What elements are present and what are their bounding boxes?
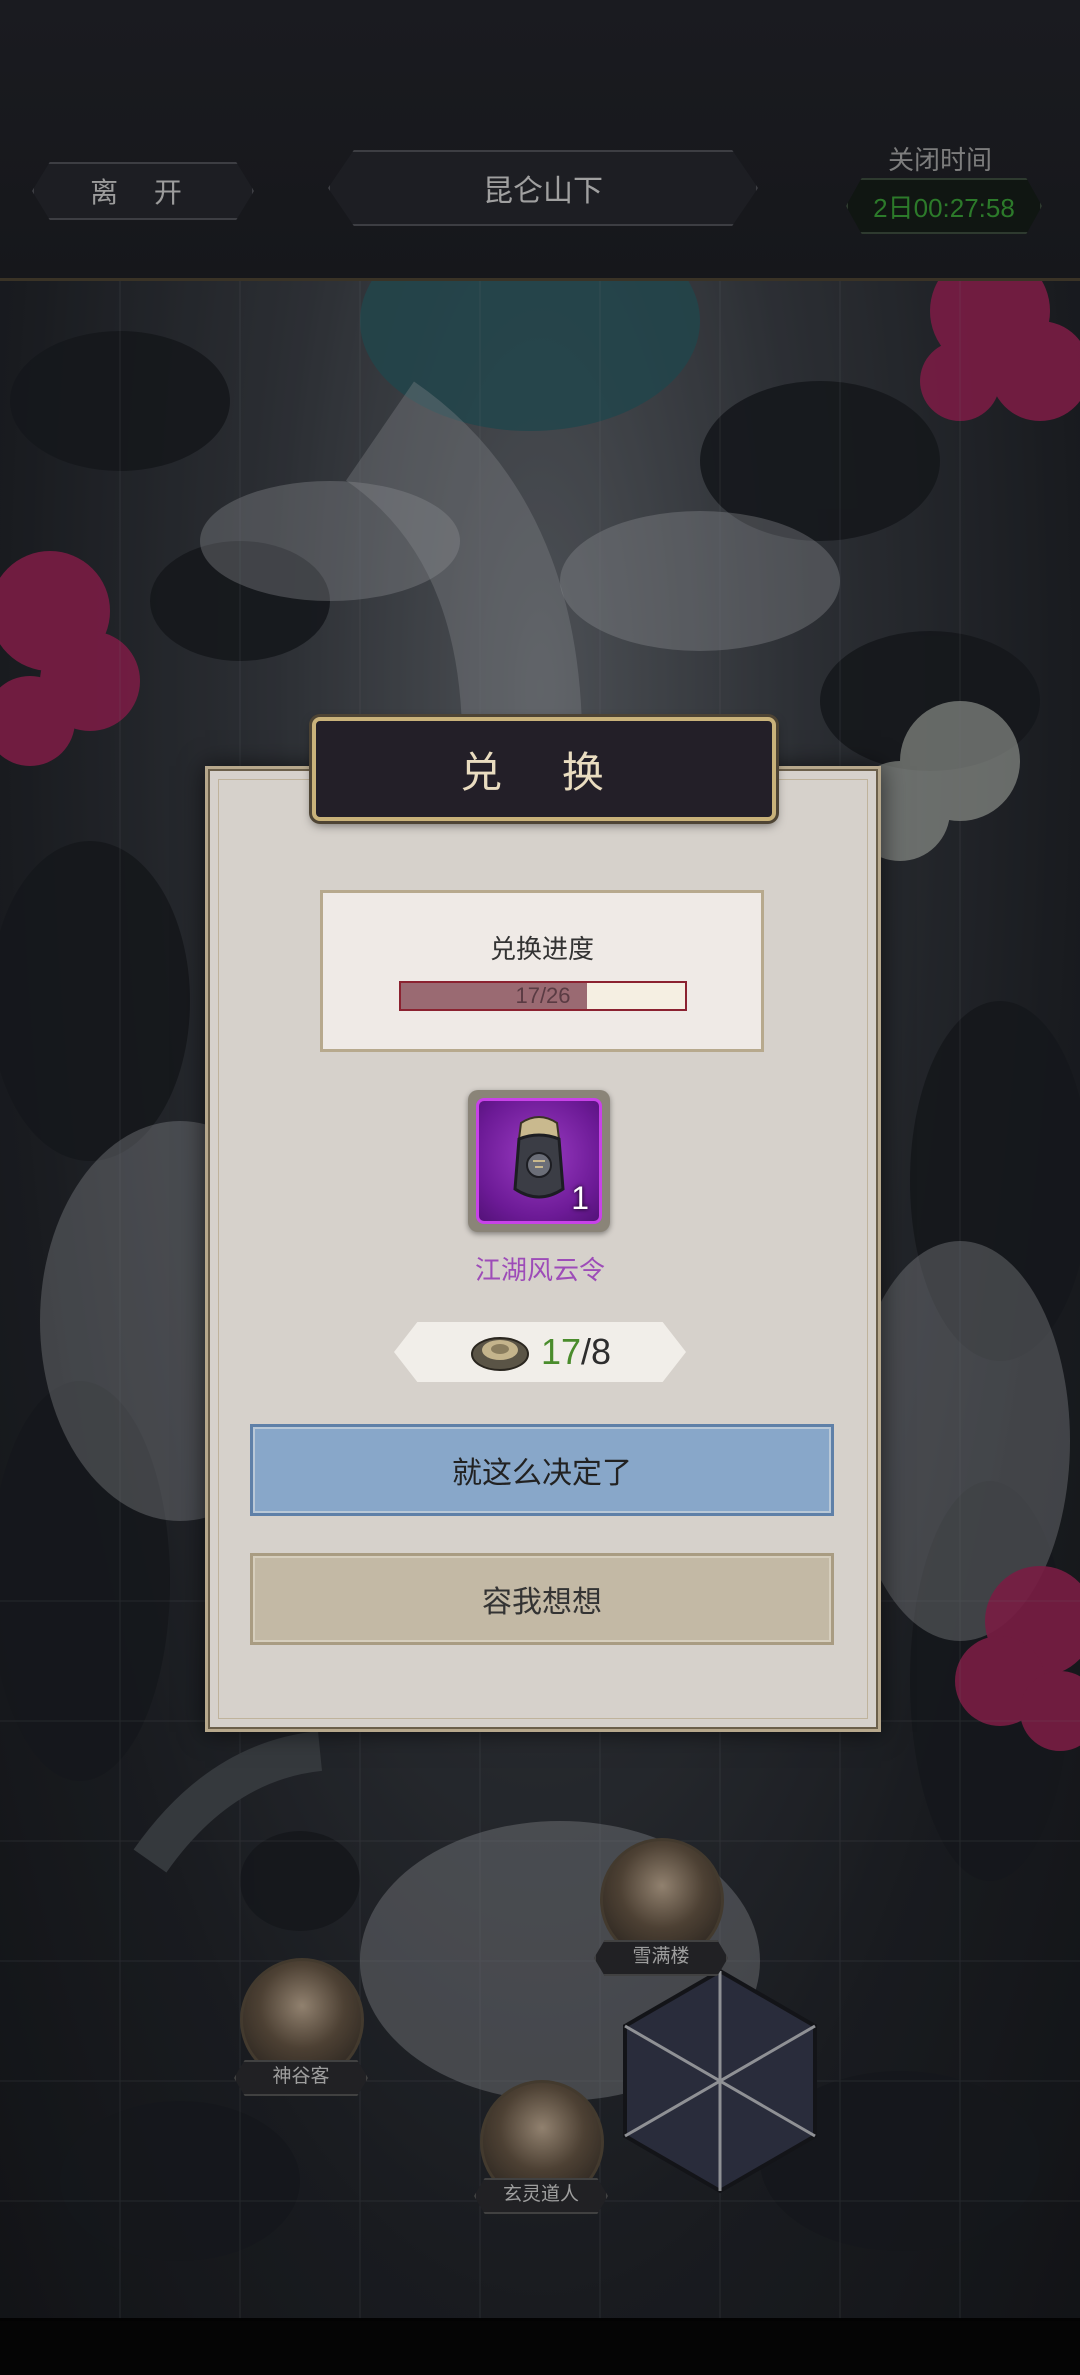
location-title: 昆仑山下 (328, 150, 758, 226)
exchange-progress-text: 17/26 (515, 983, 571, 1008)
reward-item-slot[interactable]: 1 (468, 1090, 610, 1232)
leave-button[interactable]: 离 开 (32, 162, 254, 220)
reward-item-name: 江湖风云令 (474, 1255, 605, 1285)
exchange-progress-panel: 兑换进度 17/26 (320, 890, 764, 1052)
dialog-title: 兑 换 (312, 717, 776, 821)
exchange-progress-label: 兑换进度 (489, 934, 594, 964)
exchange-cost: 17/8 (394, 1322, 686, 1382)
cost-required-amount: 8 (591, 1331, 612, 1372)
cost-separator: / (581, 1331, 592, 1372)
cancel-button[interactable]: 容我想想 (250, 1553, 834, 1645)
bottom-strip (0, 2318, 1080, 2375)
top-bar: 离 开 昆仑山下 关闭时间 2日00:27:58 (0, 0, 1080, 281)
reward-item-background: 1 (476, 1098, 602, 1224)
cost-owned-amount: 17 (540, 1331, 581, 1372)
reward-item-count: 1 (571, 1180, 589, 1216)
close-time-countdown: 2日00:27:58 (846, 178, 1042, 234)
exchange-progress-bar: 17/26 (399, 981, 687, 1011)
close-time-label: 关闭时间 (887, 145, 992, 175)
silver-ingot-icon (470, 1337, 529, 1371)
confirm-button[interactable]: 就这么决定了 (250, 1424, 834, 1516)
